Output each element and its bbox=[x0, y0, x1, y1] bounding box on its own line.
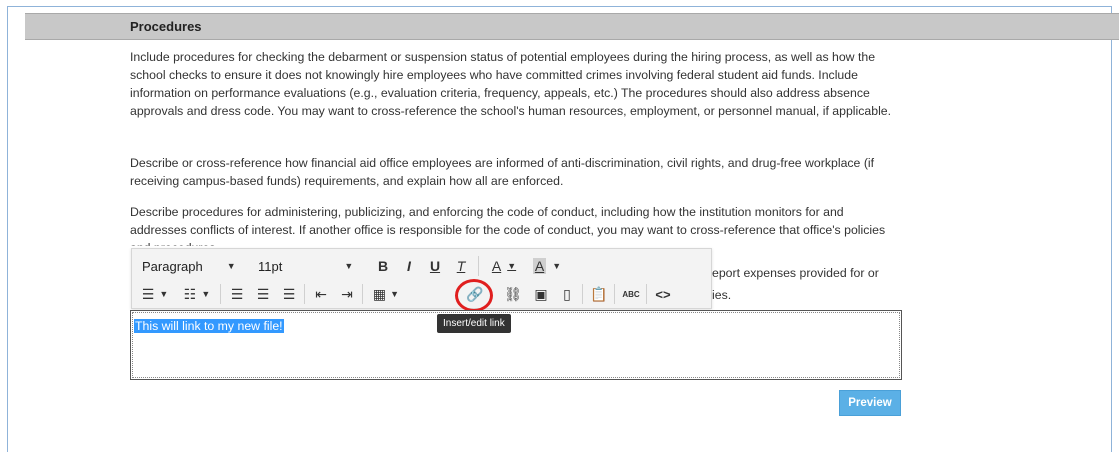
clear-formatting-button[interactable]: T bbox=[450, 255, 472, 277]
align-right-icon: ☰ bbox=[282, 285, 296, 302]
background-color-icon: A bbox=[532, 258, 547, 274]
code-icon: <> bbox=[655, 286, 671, 302]
chevron-down-icon: ▼ bbox=[201, 289, 211, 299]
spellcheck-button[interactable]: ABC bbox=[620, 283, 642, 305]
selected-editor-text[interactable]: This will link to my new file! bbox=[134, 319, 284, 333]
rich-text-toolbar: Paragraph ▼ 11pt ▼ B I U T A ▼ A ▼ ☰ ▼ ☷… bbox=[131, 248, 712, 309]
font-color-icon: A bbox=[491, 258, 502, 274]
preview-button[interactable]: Preview bbox=[839, 390, 901, 416]
chevron-down-icon: ▼ bbox=[159, 289, 169, 299]
numbered-list-icon: ☷ bbox=[183, 285, 197, 302]
indent-icon: ⇥ bbox=[341, 285, 353, 302]
chevron-down-icon: ▼ bbox=[507, 261, 517, 271]
unlink-icon: ⛓ bbox=[504, 285, 522, 302]
instruction-paragraph-3: Describe procedures for administering, p… bbox=[130, 205, 886, 246]
toolbar-separator bbox=[582, 284, 583, 304]
align-center-icon: ☰ bbox=[256, 285, 270, 302]
chevron-down-icon: ▼ bbox=[226, 261, 236, 271]
font-color-button[interactable]: A ▼ bbox=[484, 255, 524, 277]
format-select[interactable]: Paragraph ▼ bbox=[142, 255, 236, 277]
chevron-down-icon: ▼ bbox=[390, 289, 400, 299]
chevron-down-icon: ▼ bbox=[552, 261, 562, 271]
section-header: Procedures bbox=[25, 13, 1119, 40]
toolbar-row-2: ☰ ▼ ☷ ▼ ☰ ☰ ☰ ⇤ ⇥ ▦ ▼ 🔗 ⛓ ▣ ▯ 📋 ABC <> bbox=[132, 280, 711, 308]
bullet-list-button[interactable]: ☰ ▼ bbox=[136, 283, 174, 305]
highlight-circle bbox=[455, 279, 493, 312]
toolbar-row-1: Paragraph ▼ 11pt ▼ B I U T A ▼ A ▼ bbox=[132, 252, 711, 280]
clipboard-icon: 📋 bbox=[590, 285, 608, 302]
insert-image-button[interactable]: ▣ bbox=[530, 283, 552, 305]
italic-button[interactable]: I bbox=[398, 255, 420, 277]
toolbar-separator bbox=[220, 284, 221, 304]
bold-button[interactable]: B bbox=[372, 255, 394, 277]
italic-icon: I bbox=[407, 258, 411, 274]
rich-text-editor[interactable]: This will link to my new file! bbox=[130, 310, 902, 380]
bullet-list-icon: ☰ bbox=[141, 285, 155, 302]
background-color-button[interactable]: A ▼ bbox=[527, 255, 567, 277]
bold-icon: B bbox=[377, 258, 389, 274]
indent-button[interactable]: ⇥ bbox=[336, 283, 358, 305]
format-select-label: Paragraph bbox=[142, 258, 203, 274]
paste-button[interactable]: 📋 bbox=[588, 283, 610, 305]
toolbar-separator bbox=[362, 284, 363, 304]
align-left-icon: ☰ bbox=[230, 285, 244, 302]
toolbar-separator bbox=[304, 284, 305, 304]
underline-icon: U bbox=[429, 258, 441, 274]
chevron-down-icon: ▼ bbox=[344, 261, 354, 271]
instruction-paragraph-4-fragment-b: ies. bbox=[712, 288, 732, 302]
outdent-icon: ⇤ bbox=[315, 285, 327, 302]
font-size-select-label: 11pt bbox=[258, 258, 283, 274]
numbered-list-button[interactable]: ☷ ▼ bbox=[178, 283, 216, 305]
unlink-button[interactable]: ⛓ bbox=[502, 283, 524, 305]
instruction-paragraph-2: Describe or cross-reference how financia… bbox=[130, 156, 875, 188]
clear-formatting-icon: T bbox=[456, 258, 466, 274]
font-size-select[interactable]: 11pt ▼ bbox=[258, 255, 353, 277]
instruction-paragraph-3-container: Describe procedures for administering, p… bbox=[130, 203, 900, 246]
underline-button[interactable]: U bbox=[424, 255, 446, 277]
section-title: Procedures bbox=[130, 19, 202, 34]
toolbar-separator bbox=[478, 256, 479, 276]
table-button[interactable]: ▦ ▼ bbox=[368, 283, 404, 305]
new-document-button[interactable]: ▯ bbox=[556, 283, 578, 305]
image-icon: ▣ bbox=[534, 285, 548, 302]
toolbar-separator bbox=[646, 284, 647, 304]
toolbar-separator bbox=[614, 284, 615, 304]
table-icon: ▦ bbox=[372, 285, 387, 302]
align-center-button[interactable]: ☰ bbox=[252, 283, 274, 305]
insert-link-tooltip: Insert/edit link bbox=[437, 314, 511, 333]
align-left-button[interactable]: ☰ bbox=[226, 283, 248, 305]
instruction-paragraph-1: Include procedures for checking the deba… bbox=[130, 50, 892, 118]
outdent-button[interactable]: ⇤ bbox=[310, 283, 332, 305]
source-code-button[interactable]: <> bbox=[652, 283, 674, 305]
spellcheck-icon: ABC bbox=[622, 289, 640, 299]
instruction-paragraph-4-fragment-a: eport expenses provided for or bbox=[712, 266, 879, 280]
document-icon: ▯ bbox=[563, 285, 571, 302]
align-right-button[interactable]: ☰ bbox=[278, 283, 300, 305]
